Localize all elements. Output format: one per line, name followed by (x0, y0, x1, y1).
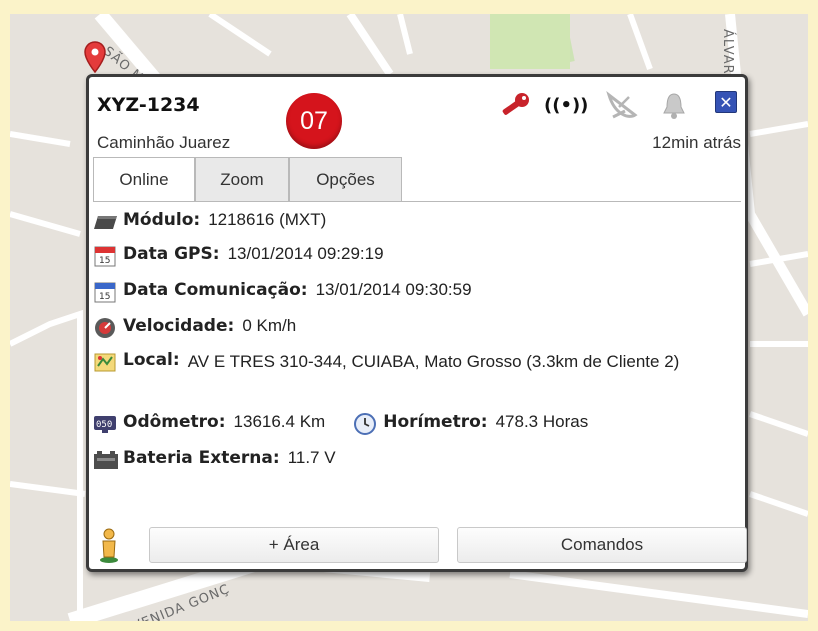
detail-row-modulo: Módulo: 1218616 (MXT) (93, 210, 326, 234)
bell-icon[interactable] (661, 91, 687, 125)
vehicle-number-badge: 07 (286, 93, 342, 149)
close-icon[interactable]: ✕ (715, 91, 737, 113)
detail-label: Bateria Externa: (123, 448, 280, 468)
detail-label: Horímetro: (383, 412, 488, 432)
detail-value: 13/01/2014 09:30:59 (315, 280, 472, 299)
signal-icon[interactable]: ((•)) (544, 95, 588, 116)
detail-label: Data Comunicação: (123, 280, 308, 300)
tab-online[interactable]: Online (93, 157, 195, 201)
detail-row-data-gps: 15 Data GPS: 13/01/2014 09:29:19 (93, 244, 384, 268)
detail-label: Data GPS: (123, 244, 220, 264)
key-icon[interactable] (499, 91, 531, 125)
detail-row-velocidade: Velocidade: 0 Km/h (93, 316, 296, 340)
vehicle-driver-name: Caminhão Juarez (97, 133, 231, 152)
vehicle-info-popup: XYZ-1234 Caminhão Juarez 07 ((•)) ✕ 12mi… (86, 74, 748, 572)
vehicle-details: Módulo: 1218616 (MXT) 15 Data GPS: 13/01… (93, 201, 741, 542)
commands-button[interactable]: Comandos (457, 527, 747, 563)
map-icon (93, 350, 123, 374)
calendar-icon: 15 (93, 280, 123, 304)
module-icon (93, 210, 123, 234)
last-update-time: 12min atrás (652, 133, 741, 152)
clock-icon (353, 412, 383, 436)
detail-row-bateria: Bateria Externa: 11.7 V (93, 448, 336, 472)
person-icon[interactable] (97, 527, 121, 567)
svg-text:15: 15 (99, 256, 110, 266)
add-area-button[interactable]: + Área (149, 527, 439, 563)
map-marker-icon[interactable] (84, 40, 106, 74)
battery-icon (93, 448, 123, 472)
detail-value: 13616.4 Km (233, 412, 326, 431)
detail-label: Local: (123, 350, 180, 370)
detail-row-odometro: 050 Odômetro: 13616.4 Km Horímetro: 478.… (93, 412, 588, 436)
tab-zoom[interactable]: Zoom (195, 157, 289, 201)
svg-text:15: 15 (99, 292, 110, 302)
detail-label: Odômetro: (123, 412, 226, 432)
detail-value: 11.7 V (287, 448, 336, 467)
speedometer-icon (93, 316, 123, 340)
detail-value: 13/01/2014 09:29:19 (227, 244, 384, 263)
popup-tabs: Online Zoom Opções (93, 157, 402, 201)
odometer-icon: 050 (93, 412, 123, 436)
satellite-dish-icon[interactable] (605, 90, 639, 125)
detail-value: 0 Km/h (242, 316, 297, 335)
popup-actions: + Área Comandos (93, 525, 747, 567)
detail-value: 1218616 (MXT) (208, 210, 327, 229)
detail-value: 478.3 Horas (495, 412, 589, 431)
horimetro-group: Horímetro: 478.3 Horas (353, 412, 588, 436)
detail-label: Velocidade: (123, 316, 235, 336)
detail-row-local: Local: AV E TRES 310-344, CUIABA, Mato G… (93, 350, 708, 375)
calendar-icon: 15 (93, 244, 123, 268)
detail-row-data-comunicacao: 15 Data Comunicação: 13/01/2014 09:30:59 (93, 280, 472, 304)
svg-text:050: 050 (96, 420, 112, 430)
detail-value: AV E TRES 310-344, CUIABA, Mato Grosso (… (187, 352, 680, 371)
tab-opcoes[interactable]: Opções (289, 157, 402, 201)
vehicle-plate: XYZ-1234 (97, 94, 200, 116)
detail-label: Módulo: (123, 210, 201, 230)
